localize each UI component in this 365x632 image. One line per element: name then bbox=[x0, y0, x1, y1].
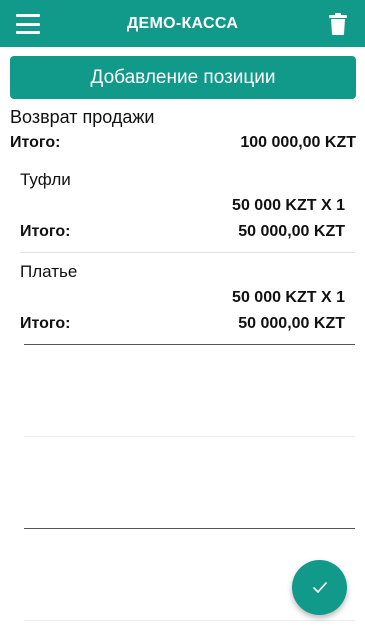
page-title: ДЕМО-КАССА bbox=[126, 14, 239, 32]
divider bbox=[24, 528, 355, 529]
item-total-row: Итого: 50 000,00 KZT bbox=[20, 223, 345, 241]
item-price-quantity: 50 000 KZT X 1 bbox=[232, 197, 345, 214]
hamburger-menu-icon bbox=[16, 14, 40, 17]
item-name: Туфли bbox=[20, 170, 71, 189]
check-icon bbox=[312, 581, 327, 593]
grand-total-label: Итого: bbox=[10, 134, 61, 151]
item-total-value: 50 000,00 KZT bbox=[238, 223, 345, 240]
divider bbox=[24, 620, 355, 621]
grand-total-value: 100 000,00 KZT bbox=[240, 134, 356, 151]
item-total-row: Итого: 50 000,00 KZT bbox=[20, 315, 345, 333]
item-name: Платье bbox=[20, 262, 78, 281]
list-item[interactable]: Туфли 50 000 KZT X 1 Итого: 50 000,00 KZ… bbox=[20, 170, 345, 250]
item-total-label: Итого: bbox=[20, 223, 71, 240]
add-position-button[interactable]: Добавление позиции bbox=[10, 56, 356, 99]
confirm-fab-button[interactable] bbox=[292, 560, 347, 615]
menu-button[interactable] bbox=[16, 14, 40, 34]
app-bar: ДЕМО-КАССА bbox=[0, 0, 365, 47]
divider bbox=[20, 252, 355, 253]
document-type-label: Возврат продажи bbox=[10, 107, 155, 127]
divider bbox=[24, 436, 355, 437]
trash-icon bbox=[329, 13, 347, 35]
delete-button[interactable] bbox=[329, 13, 347, 35]
item-total-value: 50 000,00 KZT bbox=[238, 315, 345, 332]
item-price-quantity: 50 000 KZT X 1 bbox=[232, 289, 345, 306]
item-total-label: Итого: bbox=[20, 315, 71, 332]
divider bbox=[24, 344, 355, 345]
list-item[interactable]: Платье 50 000 KZT X 1 Итого: 50 000,00 K… bbox=[20, 262, 345, 342]
grand-total-row: Итого: 100 000,00 KZT bbox=[10, 134, 356, 152]
